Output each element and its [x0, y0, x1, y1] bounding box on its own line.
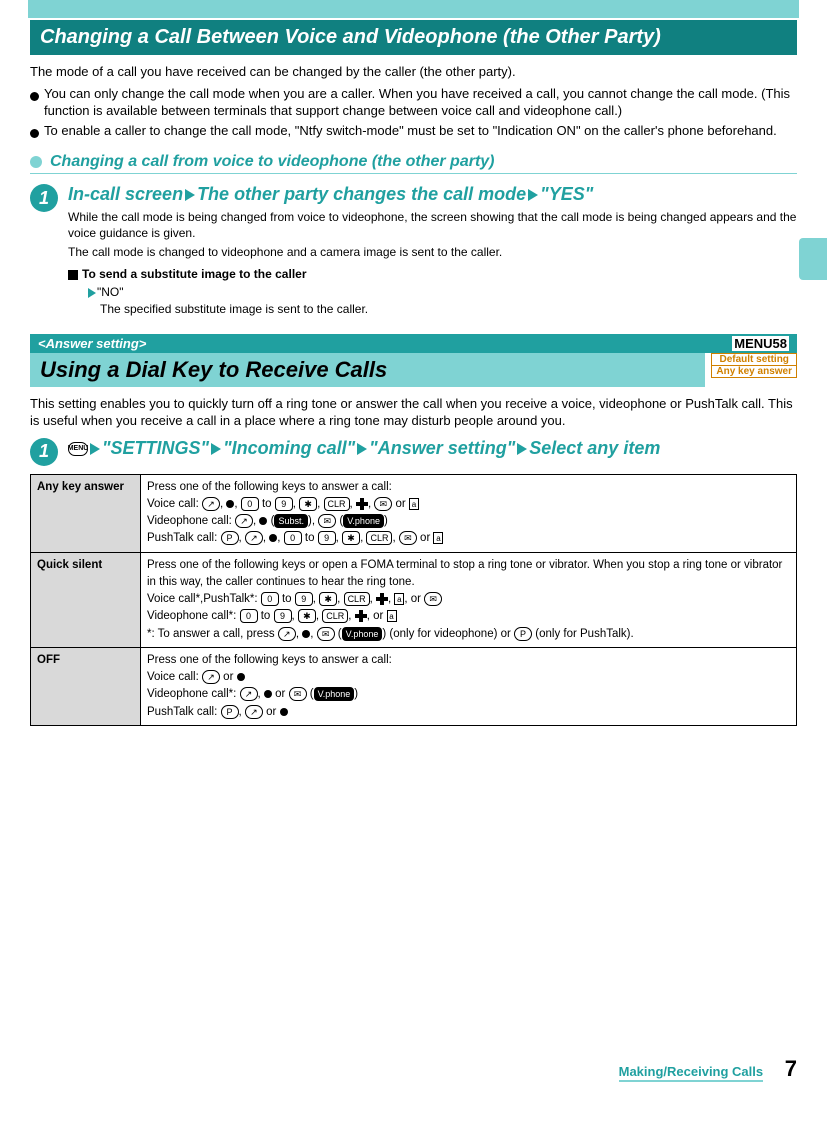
arrow-icon: [357, 443, 367, 455]
bullet-text: To enable a caller to change the call mo…: [44, 122, 777, 140]
menu-key-icon: MENU: [68, 442, 88, 456]
step-sub-option: "NO": [88, 284, 797, 301]
answer-options-table: Any key answer Press one of the followin…: [30, 474, 797, 726]
default-setting-value: Any key answer: [711, 366, 797, 378]
step-desc: The call mode is changed to videophone a…: [68, 244, 797, 260]
step-heading: In-call screenThe other party changes th…: [68, 184, 797, 205]
subsection-heading: Changing a call from voice to videophone…: [30, 153, 797, 174]
option-desc: Press one of the following keys to answe…: [141, 647, 797, 725]
top-color-bar: [28, 0, 799, 18]
square-icon: [68, 270, 78, 280]
table-row: Quick silent Press one of the following …: [31, 552, 797, 647]
page-footer: Making/Receiving Calls 7: [30, 1056, 797, 1082]
option-name: OFF: [31, 647, 141, 725]
step-desc: While the call mode is being changed fro…: [68, 209, 797, 241]
answer-setting-label: <Answer setting>: [38, 336, 146, 351]
bullet-icon: [30, 129, 39, 138]
arrow-icon: [185, 189, 195, 201]
option-desc: Press one of the following keys or open …: [141, 552, 797, 647]
table-row: Any key answer Press one of the followin…: [31, 474, 797, 552]
step-1: 1 In-call screenThe other party changes …: [30, 184, 797, 317]
bullet-icon: [30, 92, 39, 101]
default-setting-box: Default setting Any key answer: [711, 353, 797, 378]
bullet-text: You can only change the call mode when y…: [44, 85, 797, 120]
bullet-list: You can only change the call mode when y…: [30, 85, 797, 140]
answer-setting-bar: <Answer setting> MENU58: [30, 334, 797, 353]
section2-title: Using a Dial Key to Receive Calls: [30, 353, 705, 387]
step-sub-desc: The specified substitute image is sent t…: [100, 301, 797, 318]
step-sub-heading: To send a substitute image to the caller: [68, 266, 797, 282]
table-row: OFF Press one of the following keys to a…: [31, 647, 797, 725]
step-number-badge: 1: [30, 184, 58, 212]
arrow-icon: [517, 443, 527, 455]
section-title-bar: Changing a Call Between Voice and Videop…: [30, 20, 797, 55]
step2-heading: MENU"SETTINGS""Incoming call""Answer set…: [68, 438, 797, 459]
section2-desc: This setting enables you to quickly turn…: [30, 395, 797, 430]
footer-section-name: Making/Receiving Calls: [619, 1064, 764, 1082]
option-name: Quick silent: [31, 552, 141, 647]
intro-text: The mode of a call you have received can…: [30, 63, 797, 81]
arrow-icon: [88, 288, 96, 298]
page-number: 7: [785, 1056, 797, 1081]
arrow-icon: [528, 189, 538, 201]
arrow-icon: [211, 443, 221, 455]
page: Changing a Call Between Voice and Videop…: [0, 0, 827, 1102]
arrow-icon: [90, 443, 100, 455]
step-number-badge: 1: [30, 438, 58, 466]
subsection-title: Changing a call from voice to videophone…: [50, 153, 495, 171]
option-desc: Press one of the following keys to answe…: [141, 474, 797, 552]
default-setting-label: Default setting: [711, 353, 797, 366]
option-name: Any key answer: [31, 474, 141, 552]
heading-dot-icon: [30, 156, 42, 168]
step-1b: 1 MENU"SETTINGS""Incoming call""Answer s…: [30, 438, 797, 466]
menu-code: MENU58: [732, 336, 789, 351]
